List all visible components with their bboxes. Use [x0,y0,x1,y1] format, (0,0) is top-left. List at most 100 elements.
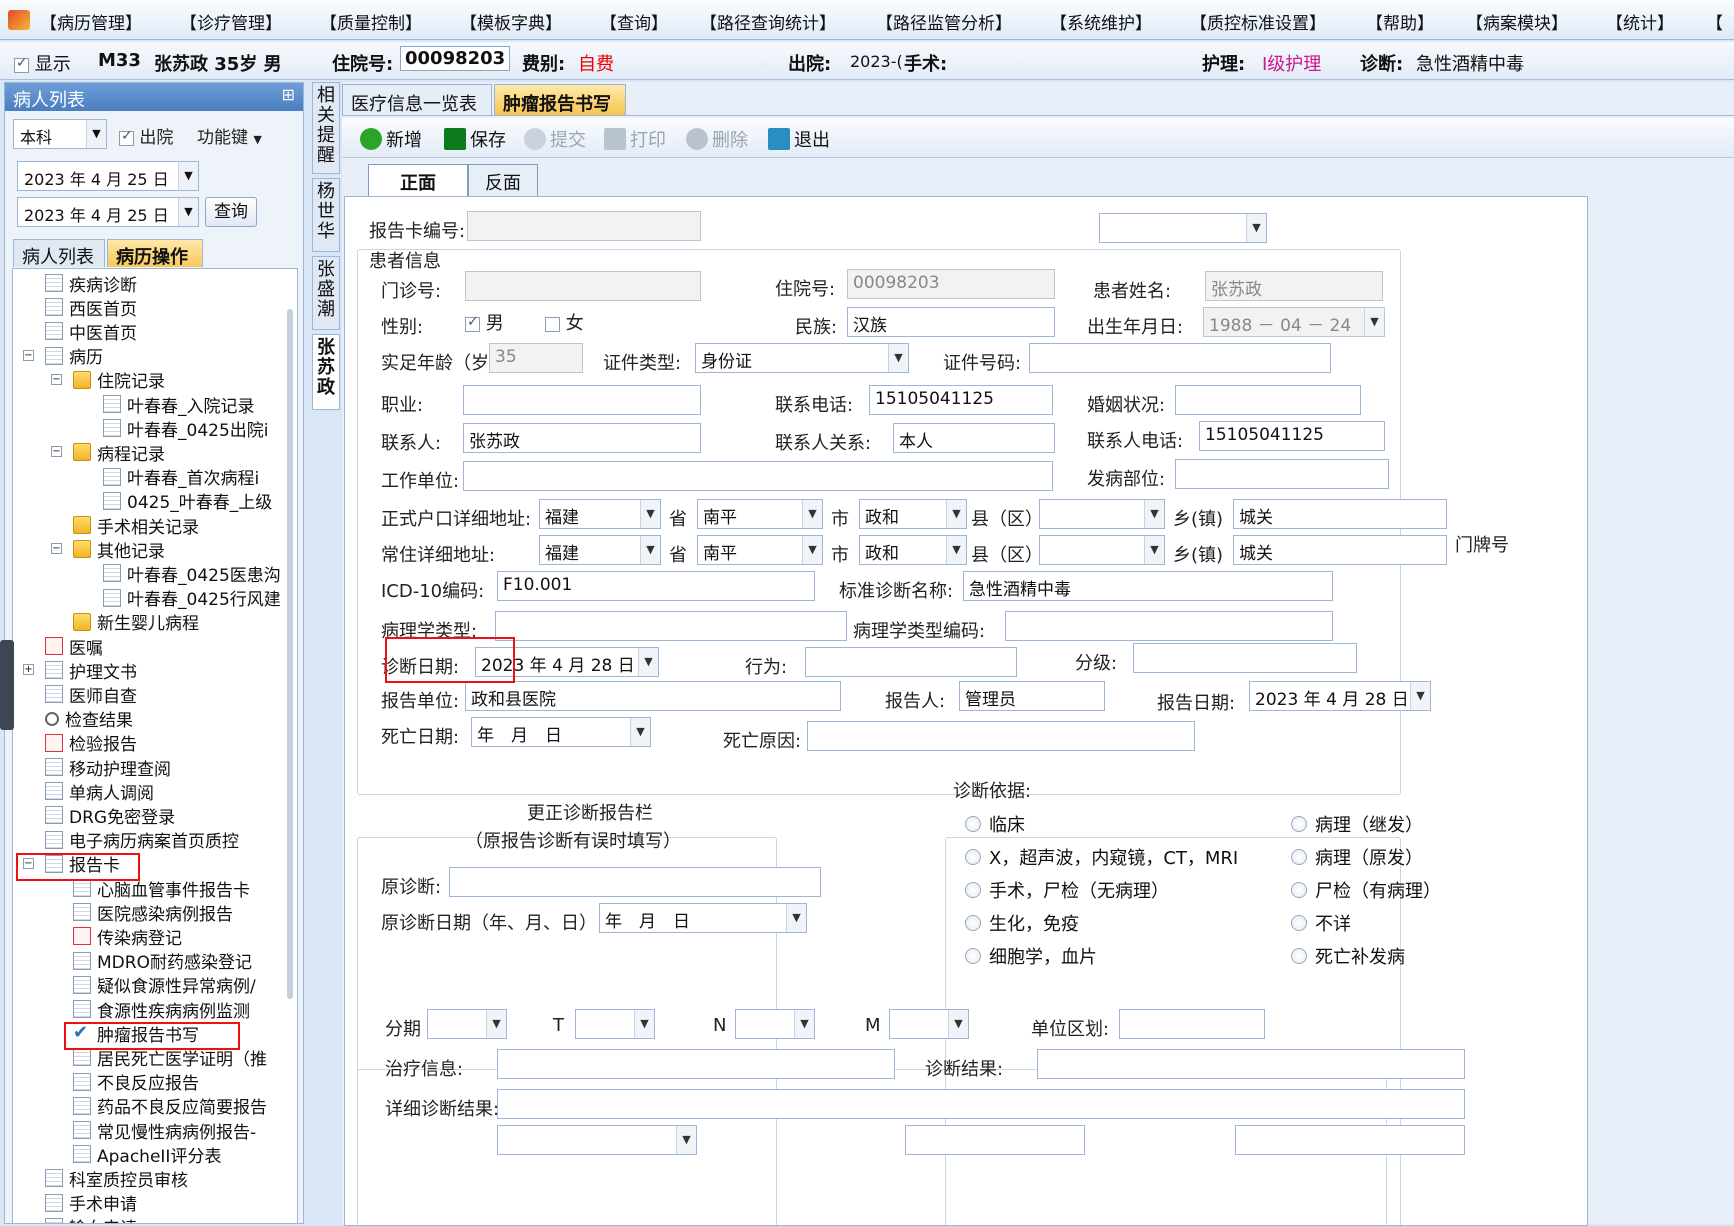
menu-system[interactable]: 【系统维护】 [1050,9,1152,34]
tree-node[interactable]: 医嘱 [45,634,103,659]
relation-input[interactable]: 本人 [893,423,1055,453]
tree-node[interactable]: 科室质控员审核 [45,1166,188,1191]
tree-node[interactable]: 检查结果 [45,707,133,731]
reporter-input[interactable]: 管理员 [959,681,1105,711]
tree-node[interactable]: 叶春春_入院记录 [103,392,255,417]
tree-node[interactable]: 叶春春_首次病程i [103,465,259,489]
occupation-input[interactable] [463,385,701,415]
id-number-input[interactable] [1029,343,1331,373]
new-button[interactable]: 新增 [360,126,422,152]
ethnic-input[interactable]: 汉族 [847,307,1055,337]
hukou-city-select[interactable]: 南平 ▼ [697,499,823,529]
tree-node[interactable]: 叶春春_0425出院i [103,416,269,441]
menu-more[interactable]: 【 [1706,9,1723,34]
hukou-province-select[interactable]: 福建 ▼ [539,499,661,529]
hukou-street-input[interactable]: 城关 [1233,499,1447,529]
basis-left-3[interactable]: 生化，免疫 [965,910,1079,936]
vtab-patient-yang[interactable]: 杨世华 [312,178,340,252]
grade-input[interactable] [1133,643,1357,673]
extra-input-2[interactable] [1235,1125,1465,1155]
std-diagnosis-input[interactable]: 急性酒精中毒 [963,571,1333,601]
hukou-county-select[interactable]: 政和 ▼ [859,499,967,529]
t-select[interactable]: ▼ [575,1009,655,1039]
tree-node[interactable]: 单病人调阅 [45,779,154,804]
tab-record-ops[interactable]: 病历操作 [107,239,203,268]
death-date-picker[interactable]: 年 月 日 ▼ [471,717,651,747]
tree-node[interactable]: 医师自查 [45,682,137,707]
male-checkbox[interactable]: 男 [465,309,504,335]
marital-input[interactable] [1175,385,1361,415]
tree-node[interactable]: 疾病诊断 [45,271,137,296]
pathology-code-input[interactable] [1005,611,1333,641]
menu-query[interactable]: 【查询】 [600,9,668,34]
pathology-input[interactable] [495,611,847,641]
tree-node[interactable]: 传染病登记 [73,924,182,949]
submit-button[interactable]: 提交 [524,126,586,152]
expand-icon[interactable]: + [23,664,34,676]
m-select[interactable]: ▼ [889,1009,969,1039]
tree-node[interactable]: 电子病历病案首页质控 [45,828,239,852]
n-select[interactable]: ▼ [735,1009,815,1039]
tree-node[interactable]: 叶春春_0425行风建 [103,586,281,610]
resid-province-select[interactable]: 福建 ▼ [539,535,661,565]
tree-node[interactable]: 常见慢性病病例报告- [73,1118,256,1143]
basis-left-2[interactable]: 手术，尸检（无病理） [965,877,1169,903]
menu-diagnosis-mgmt[interactable]: 【诊疗管理】 [180,9,282,34]
tree-node[interactable]: 食源性疾病病例监测 [73,997,250,1022]
function-key-menu[interactable]: 功能键 ▼ [197,123,262,148]
collapse-icon[interactable]: − [23,349,34,361]
menu-quality[interactable]: 【质量控制】 [320,9,422,34]
region-input[interactable] [1119,1009,1265,1039]
original-date-picker[interactable]: 年 月 日 ▼ [599,903,807,933]
tab-patient-list[interactable]: 病人列表 [13,239,105,268]
tab-back[interactable]: 反面 [468,164,538,196]
basis-right-3[interactable]: 不详 [1291,910,1351,936]
detail-result-input[interactable] [497,1089,1465,1119]
outpatient-input[interactable] [465,271,701,301]
card-type-select[interactable]: ▼ [1099,213,1267,243]
extra-date-picker[interactable]: ▼ [497,1125,697,1155]
tab-tumor-report[interactable]: 肿瘤报告书写 [494,84,626,116]
menu-stats[interactable]: 【统计】 [1606,9,1674,34]
tree-node[interactable]: 不良反应报告 [73,1070,199,1094]
phone-input[interactable]: 15105041125 [869,385,1053,415]
save-button[interactable]: 保存 [444,126,506,152]
delete-button[interactable]: 删除 [686,126,748,152]
menu-case[interactable]: 【病案模块】 [1466,9,1568,34]
resid-county-select[interactable]: 政和 ▼ [859,535,967,565]
show-checkbox[interactable] [14,55,29,73]
behavior-input[interactable] [805,647,1017,677]
show-toggle[interactable]: 显示 [14,50,71,76]
department-select[interactable]: 本科 ▼ [13,119,107,149]
card-number-input[interactable] [467,211,701,241]
birth-date-picker[interactable]: 1988 － 04 － 24 ▼ [1203,307,1385,337]
tree-node[interactable]: 药品不良反应简要报告 [73,1094,267,1118]
vtab-reminders[interactable]: 相关提醒 [312,82,340,174]
basis-left-1[interactable]: X，超声波，内窥镜，CT，MRI [965,844,1238,870]
menu-help[interactable]: 【帮助】 [1366,9,1434,34]
pin-icon[interactable]: ⊞ [282,85,295,104]
tree-node[interactable]: − 其他记录 [51,537,165,562]
result-input[interactable] [1037,1049,1465,1079]
tab-medical-overview[interactable]: 医疗信息一览表 [342,84,492,116]
contact-phone-input[interactable]: 15105041125 [1199,421,1385,451]
collapse-icon[interactable]: − [51,446,62,458]
tree-node[interactable]: + 护理文书 [23,658,137,683]
basis-right-2[interactable]: 尸检（有病理） [1291,877,1441,903]
end-date-picker[interactable]: 2023 年 4 月 25 日 ▼ [17,197,199,227]
female-checkbox[interactable]: 女 [545,309,584,335]
basis-right-0[interactable]: 病理（继发） [1291,811,1423,837]
id-type-select[interactable]: 身份证 ▼ [695,343,909,373]
menu-templates[interactable]: 【模板字典】 [460,9,562,34]
menu-qc-standard[interactable]: 【质控标准设置】 [1190,9,1326,34]
tree-node[interactable]: DRG免密登录 [45,803,175,828]
discharged-toggle[interactable]: 出院 [119,123,173,148]
query-button[interactable]: 查询 [205,197,257,227]
report-date-picker[interactable]: 2023 年 4 月 28 日 ▼ [1249,681,1431,711]
print-button[interactable]: 打印 [604,126,666,152]
tree-scrollbar[interactable] [287,309,293,999]
report-unit-input[interactable]: 政和县医院 [465,681,841,711]
extra-input-1[interactable] [905,1125,1085,1155]
menu-path-query[interactable]: 【路径查询统计】 [700,9,836,34]
tree-node[interactable]: 叶春春_0425医患沟 [103,561,281,586]
